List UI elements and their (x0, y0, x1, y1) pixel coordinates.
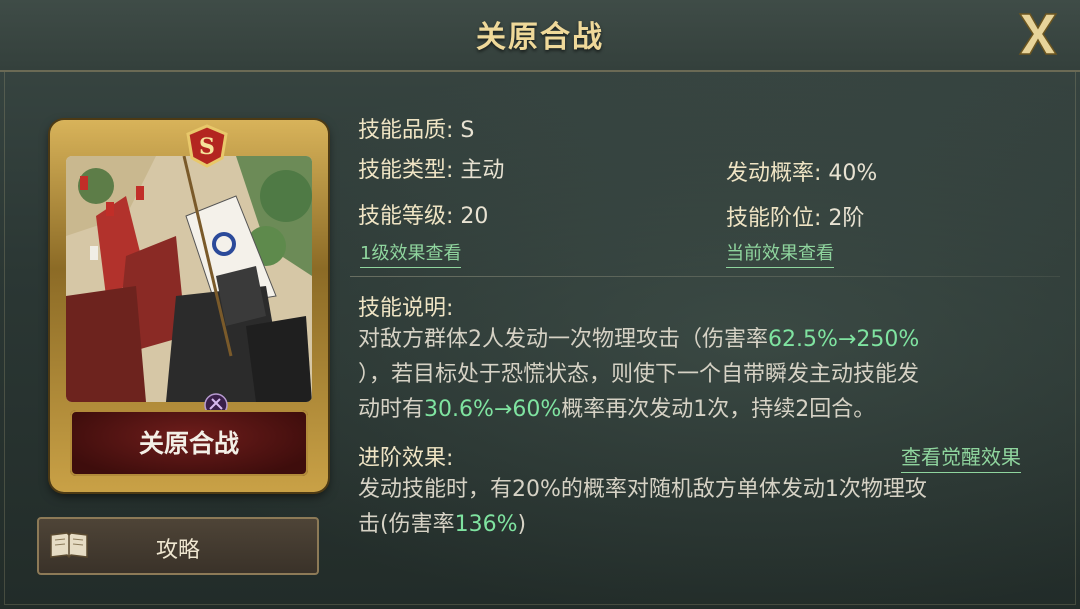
description-title: 技能说明: (358, 296, 454, 321)
description-line: 动时有30.6%→60%概率再次发动1次，持续2回合。 (358, 397, 876, 422)
current-effect-link[interactable]: 当前效果查看 (726, 239, 834, 268)
damage-rate-highlight: 62.5%→250% (768, 327, 920, 352)
book-icon (50, 532, 88, 559)
advance-line: 击(伤害率136%) (358, 512, 527, 537)
section-divider (350, 276, 1060, 277)
stat-type: 技能类型: 主动 (358, 152, 504, 184)
stat-tier-value: 2阶 (828, 206, 865, 231)
description-text: 对敌方群体2人发动一次物理攻击（伤害率62.5%→250% ），若目标处于恐慌状… (358, 322, 1048, 427)
stat-tier: 技能阶位: 2阶 (726, 200, 864, 232)
stat-type-label: 技能类型: (358, 158, 454, 183)
skill-detail-panel: 关原合战 S 关原合战 攻略 技能品质: S 技能类型: 主动 技能等级: 20… (0, 0, 1080, 609)
stat-quality-value: S (460, 118, 475, 143)
skill-card-artwork (66, 156, 312, 402)
card-name-plate: 关原合战 (70, 410, 308, 476)
stat-quality-label: 技能品质: (358, 118, 454, 143)
battle-scene-illustration (66, 156, 312, 402)
advance-text: 发动技能时，有20%的概率对随机敌方单体发动1次物理攻 击(伤害率136%) (358, 472, 1048, 542)
advance-damage-highlight: 136% (454, 512, 518, 537)
stat-chance-value: 40% (828, 161, 878, 186)
guide-button-label: 攻略 (155, 538, 200, 563)
stat-chance-label: 发动概率: (726, 161, 822, 186)
level1-effect-link[interactable]: 1级效果查看 (360, 239, 462, 268)
skill-card: S 关原合战 (50, 120, 328, 492)
description-line: 对敌方群体2人发动一次物理攻击（伤害率62.5%→250% (358, 327, 920, 352)
card-skill-name: 关原合战 (138, 429, 239, 458)
header-bar: 关原合战 (0, 0, 1080, 72)
guide-button[interactable]: 攻略 (37, 517, 319, 575)
close-icon (1018, 13, 1058, 55)
stat-level: 技能等级: 20 (358, 198, 488, 230)
quality-badge-icon: S (186, 124, 228, 168)
close-button[interactable] (1014, 8, 1062, 60)
awaken-effect-link[interactable]: 查看觉醒效果 (901, 441, 1021, 473)
stat-tier-label: 技能阶位: (726, 206, 822, 231)
window-title: 关原合战 (476, 20, 604, 55)
stat-level-value: 20 (460, 204, 489, 229)
description-line: ），若目标处于恐慌状态，则使下一个自带瞬发主动技能发 (358, 362, 920, 387)
chance-highlight: 30.6%→60% (424, 397, 562, 422)
advance-title: 进阶效果: (358, 446, 454, 471)
stat-type-value: 主动 (460, 158, 505, 183)
advance-line: 发动技能时，有20%的概率对随机敌方单体发动1次物理攻 (358, 477, 927, 502)
stat-level-label: 技能等级: (358, 204, 454, 229)
svg-text:S: S (199, 134, 215, 160)
stat-quality: 技能品质: S (358, 112, 474, 144)
stat-chance: 发动概率: 40% (726, 155, 877, 187)
